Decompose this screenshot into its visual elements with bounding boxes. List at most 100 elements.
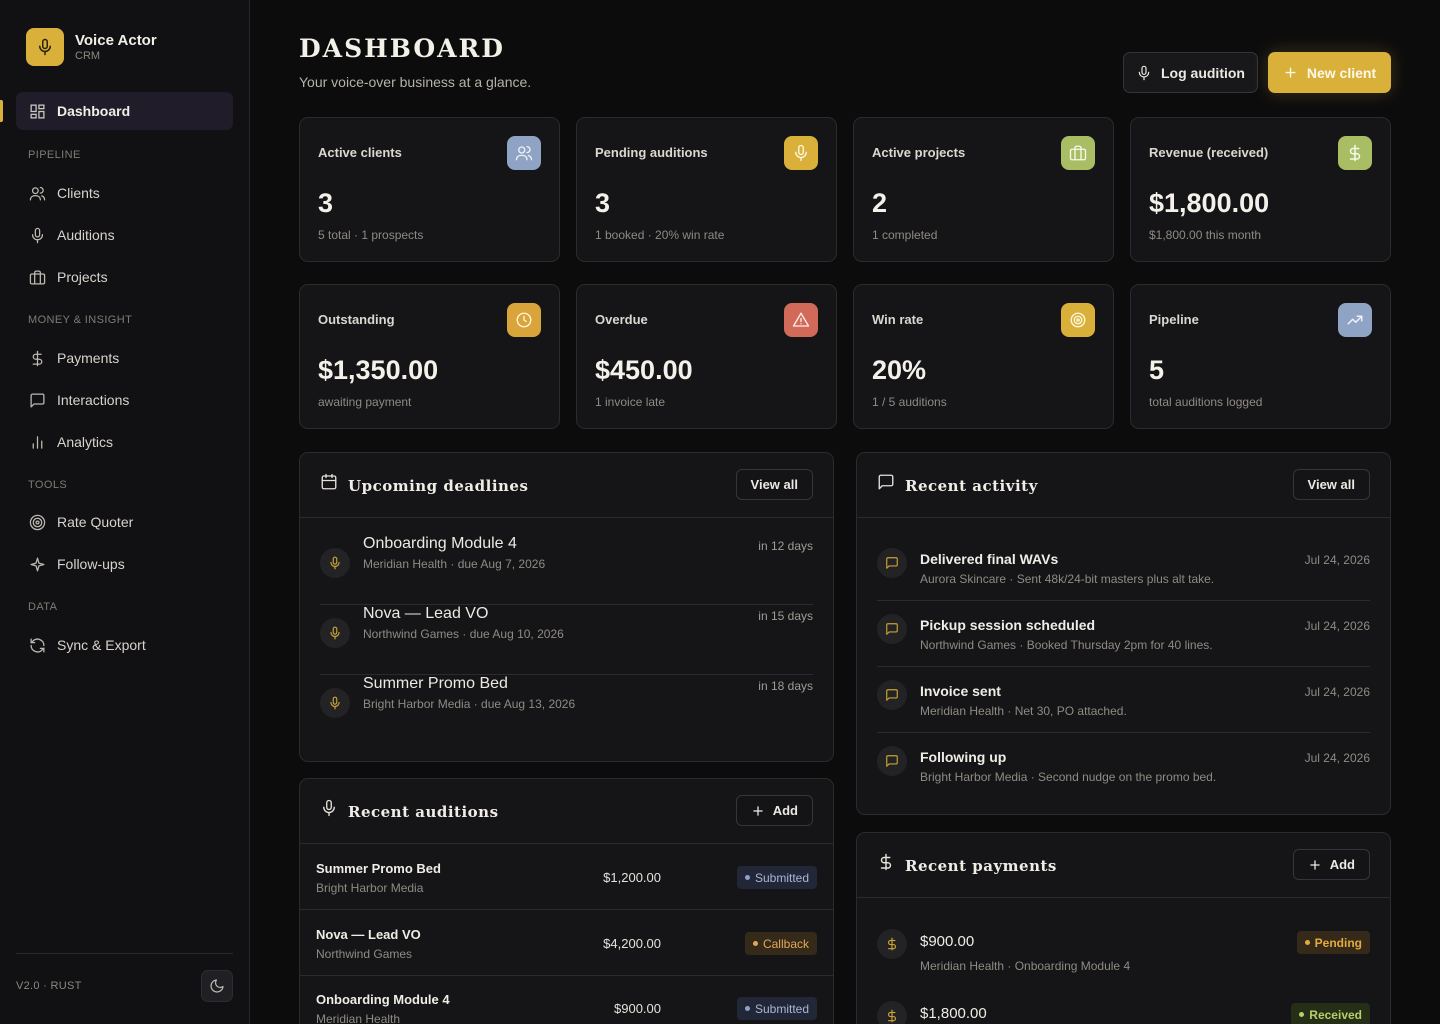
status-badge: Submitted xyxy=(736,866,817,889)
new-client-button[interactable]: New client xyxy=(1268,52,1391,93)
sidebar-item-rate-quoter[interactable]: Rate Quoter xyxy=(16,503,233,541)
message-icon xyxy=(877,746,907,776)
message-icon xyxy=(877,614,907,644)
add-audition-button[interactable]: Add xyxy=(735,795,813,826)
sidebar-item-label: Analytics xyxy=(57,434,114,450)
dollar-icon xyxy=(877,1001,907,1024)
activity-date: Jul 24, 2026 xyxy=(1304,619,1370,633)
status-label: Submitted xyxy=(754,870,809,885)
sidebar-item-sync-export[interactable]: Sync & Export xyxy=(16,626,233,664)
dollar-icon xyxy=(877,853,895,876)
table-row[interactable]: Summer Promo Bed Bright Harbor Media $1,… xyxy=(300,844,833,910)
panel-title: Upcoming deadlines xyxy=(348,477,529,495)
panel-header: Recent activity View all xyxy=(857,453,1390,518)
stat-value: 3 xyxy=(318,188,334,218)
view-all-deadlines-button[interactable]: View all xyxy=(735,469,813,500)
nav-section-tools: TOOLS xyxy=(28,479,68,491)
plus-icon xyxy=(1283,65,1298,80)
activity-title: Following up xyxy=(920,749,1007,765)
payment-amount: $1,800.00 xyxy=(920,1005,987,1022)
audition-client: Meridian Health xyxy=(316,1012,401,1024)
plus-icon xyxy=(1308,858,1322,872)
sidebar-item-payments[interactable]: Payments xyxy=(16,339,233,377)
panel-title: Recent activity xyxy=(905,477,1038,495)
sidebar-item-clients[interactable]: Clients xyxy=(16,174,233,212)
sidebar-item-analytics[interactable]: Analytics xyxy=(16,423,233,461)
calendar-icon xyxy=(320,473,338,496)
activity-item[interactable]: Pickup session scheduled Northwind Games… xyxy=(877,601,1370,667)
mic-icon xyxy=(320,618,350,648)
table-row[interactable]: Onboarding Module 4 Meridian Health $900… xyxy=(300,975,833,1024)
stat-sub: 1 invoice late xyxy=(595,395,666,409)
log-audition-button[interactable]: Log audition xyxy=(1123,52,1258,93)
stat-value: 3 xyxy=(595,188,611,218)
briefcase-icon xyxy=(1061,136,1095,170)
add-payment-button[interactable]: Add xyxy=(1292,849,1370,880)
sidebar-item-auditions[interactable]: Auditions xyxy=(16,216,233,254)
audition-title: Nova — Lead VO xyxy=(316,927,421,942)
page-subtitle: Your voice-over business at a glance. xyxy=(299,74,532,90)
mic-icon xyxy=(784,136,818,170)
mic-icon xyxy=(1136,65,1152,81)
payment-amount: $900.00 xyxy=(920,933,975,950)
plus-icon xyxy=(751,804,765,818)
nav-section-pipeline: PIPELINE xyxy=(28,149,81,161)
stat-card-overdue: Overdue $450.00 1 invoice late xyxy=(576,284,837,429)
view-all-activity-button[interactable]: View all xyxy=(1292,469,1370,500)
sidebar-item-projects[interactable]: Projects xyxy=(16,258,233,296)
deadline-item[interactable]: Summer Promo Bed Bright Harbor Media · d… xyxy=(320,675,813,745)
status-label: Received xyxy=(1309,1007,1362,1022)
recent-activity-panel: Recent activity View all Delivered final… xyxy=(856,452,1391,815)
refresh-icon xyxy=(28,636,46,654)
moon-icon xyxy=(209,978,225,994)
deadline-sub: Northwind Games · due Aug 10, 2026 xyxy=(363,627,564,641)
panel-title: Recent auditions xyxy=(348,803,499,821)
stat-sub: total auditions logged xyxy=(1149,395,1263,409)
sidebar: Voice Actor CRM Dashboard PIPELINE Clien… xyxy=(0,0,250,1024)
activity-item[interactable]: Invoice sent Meridian Health · Net 30, P… xyxy=(877,667,1370,733)
stat-value: $1,350.00 xyxy=(318,355,439,385)
payment-item[interactable]: $1,800.00 Received xyxy=(857,987,1390,1024)
clock-icon xyxy=(507,303,541,337)
audition-title: Summer Promo Bed xyxy=(316,861,441,876)
dollar-icon xyxy=(1338,136,1372,170)
mic-logo-icon xyxy=(26,28,64,66)
audition-client: Northwind Games xyxy=(316,947,413,961)
status-label: Callback xyxy=(762,936,809,951)
sidebar-item-dashboard[interactable]: Dashboard xyxy=(0,92,233,130)
deadline-item[interactable]: Nova — Lead VO Northwind Games · due Aug… xyxy=(320,605,813,675)
audition-amount: $900.00 xyxy=(614,1001,661,1016)
trending-up-icon xyxy=(1338,303,1372,337)
theme-toggle-button[interactable] xyxy=(201,970,233,1002)
add-label: Add xyxy=(1329,857,1355,872)
activity-date: Jul 24, 2026 xyxy=(1304,685,1370,699)
sidebar-item-label: Payments xyxy=(57,350,120,366)
activity-sub: Northwind Games · Booked Thursday 2pm fo… xyxy=(920,638,1213,652)
activity-sub: Bright Harbor Media · Second nudge on th… xyxy=(920,770,1217,784)
panel-header: Upcoming deadlines View all xyxy=(300,453,833,518)
sidebar-item-label: Rate Quoter xyxy=(57,514,134,530)
mic-icon xyxy=(320,688,350,718)
payment-item[interactable]: $900.00 Meridian Health · Onboarding Mod… xyxy=(857,915,1390,981)
page-title: DASHBOARD xyxy=(299,34,505,63)
nav-section-data: DATA xyxy=(28,601,58,613)
brand[interactable]: Voice Actor CRM xyxy=(26,28,157,66)
activity-item[interactable]: Delivered final WAVs Aurora Skincare · S… xyxy=(877,535,1370,601)
stat-label: Pipeline xyxy=(1149,312,1199,327)
alert-icon xyxy=(784,303,818,337)
sidebar-item-interactions[interactable]: Interactions xyxy=(16,381,233,419)
stat-card-active-projects: Active projects 2 1 completed xyxy=(853,117,1114,262)
sidebar-item-follow-ups[interactable]: Follow-ups xyxy=(16,545,233,583)
deadline-sub: Bright Harbor Media · due Aug 13, 2026 xyxy=(363,697,576,711)
stat-value: $1,800.00 xyxy=(1149,188,1270,218)
deadline-item[interactable]: Onboarding Module 4 Meridian Health · du… xyxy=(320,535,813,605)
deadline-title: Summer Promo Bed xyxy=(363,675,508,692)
target-icon xyxy=(1061,303,1095,337)
table-row[interactable]: Nova — Lead VO Northwind Games $4,200.00… xyxy=(300,910,833,976)
deadline-when: in 18 days xyxy=(758,679,813,693)
activity-title: Invoice sent xyxy=(920,683,1001,699)
activity-item[interactable]: Following up Bright Harbor Media · Secon… xyxy=(877,733,1370,799)
stat-sub: $1,800.00 this month xyxy=(1149,228,1262,242)
stat-card-active-clients: Active clients 3 5 total · 1 prospects xyxy=(299,117,560,262)
sidebar-item-label: Sync & Export xyxy=(57,637,146,653)
